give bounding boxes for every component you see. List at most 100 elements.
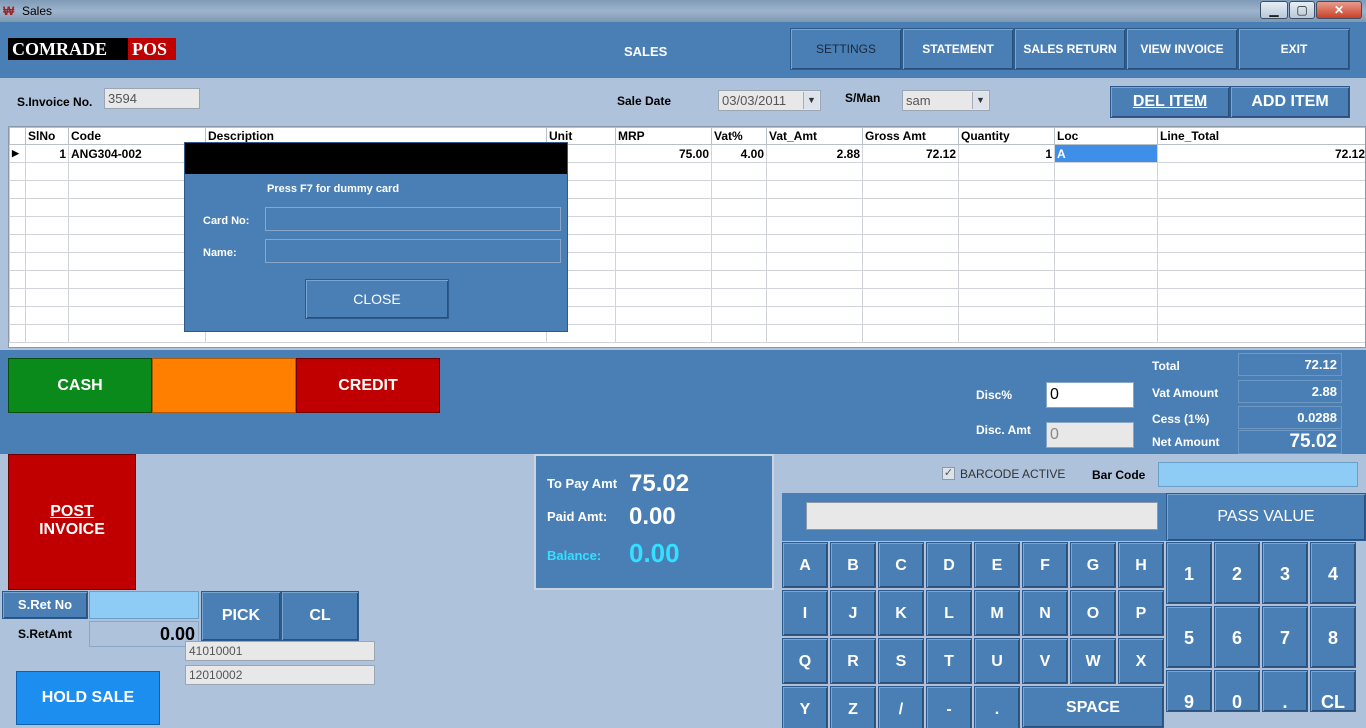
key-space[interactable]: SPACE — [1022, 686, 1164, 728]
col-header-loc[interactable]: Loc — [1054, 127, 1158, 145]
grid-cell[interactable] — [862, 324, 959, 343]
key-v[interactable]: V — [1022, 638, 1068, 684]
grid-cell[interactable] — [25, 270, 69, 289]
grid-cell[interactable] — [615, 180, 712, 199]
grid-cell[interactable] — [958, 216, 1055, 235]
key-dash[interactable]: - — [926, 686, 972, 728]
grid-cell[interactable] — [862, 198, 959, 217]
key-w[interactable]: W — [1070, 638, 1116, 684]
grid-cell[interactable] — [958, 234, 1055, 253]
grid-cell[interactable] — [25, 252, 69, 271]
col-header-vat-pct[interactable]: Vat% — [711, 127, 767, 145]
grid-cell[interactable] — [1054, 270, 1158, 289]
key-e[interactable]: E — [974, 542, 1020, 588]
barcode-input[interactable] — [1158, 462, 1358, 487]
grid-cell[interactable] — [615, 324, 712, 343]
grid-cell[interactable] — [958, 180, 1055, 199]
grid-cell[interactable] — [862, 216, 959, 235]
grid-cell[interactable] — [615, 234, 712, 253]
disc-pct-input[interactable]: 0 — [1046, 382, 1134, 408]
numpad-key-3[interactable]: 3 — [1262, 542, 1308, 604]
list-item[interactable]: 12010002 — [185, 665, 375, 685]
grid-cell[interactable] — [766, 180, 863, 199]
key-slash[interactable]: / — [878, 686, 924, 728]
grid-cell[interactable] — [1054, 324, 1158, 343]
key-q[interactable]: Q — [782, 638, 828, 684]
keyboard-input-display[interactable] — [806, 502, 1158, 530]
col-header-slno[interactable]: SlNo — [25, 127, 69, 145]
key-z[interactable]: Z — [830, 686, 876, 728]
grid-cell[interactable] — [25, 216, 69, 235]
grid-cell[interactable] — [615, 198, 712, 217]
grid-cell[interactable] — [862, 288, 959, 307]
key-a[interactable]: A — [782, 542, 828, 588]
close-dialog-button[interactable]: CLOSE — [305, 279, 449, 319]
grid-cell[interactable] — [1157, 198, 1365, 217]
grid-cell[interactable] — [862, 252, 959, 271]
grid-cell[interactable] — [711, 306, 767, 325]
cell-quantity[interactable]: 1 — [958, 144, 1055, 163]
numpad-key-7[interactable]: 7 — [1262, 606, 1308, 668]
grid-cell[interactable] — [615, 216, 712, 235]
grid-cell[interactable] — [766, 324, 863, 343]
grid-cell[interactable] — [958, 288, 1055, 307]
grid-cell[interactable] — [862, 180, 959, 199]
grid-cell[interactable] — [766, 288, 863, 307]
post-invoice-button[interactable]: POST INVOICE — [8, 454, 136, 590]
key-n[interactable]: N — [1022, 590, 1068, 636]
grid-cell[interactable] — [711, 162, 767, 181]
key-o[interactable]: O — [1070, 590, 1116, 636]
key-l[interactable]: L — [926, 590, 972, 636]
grid-cell[interactable] — [862, 234, 959, 253]
grid-cell[interactable] — [1157, 180, 1365, 199]
grid-cell[interactable] — [25, 234, 69, 253]
grid-cell[interactable] — [1054, 180, 1158, 199]
key-dot[interactable]: . — [974, 686, 1020, 728]
grid-cell[interactable] — [711, 198, 767, 217]
card-payment-button[interactable] — [152, 358, 296, 413]
grid-cell[interactable] — [1157, 162, 1365, 181]
grid-cell[interactable] — [862, 306, 959, 325]
cell-vat-pct[interactable]: 4.00 — [711, 144, 767, 163]
statement-button[interactable]: STATEMENT — [902, 28, 1014, 70]
maximize-button[interactable]: ▢ — [1289, 1, 1315, 19]
grid-cell[interactable] — [1054, 252, 1158, 271]
cell-loc[interactable]: A — [1054, 144, 1158, 163]
sret-no-input[interactable] — [89, 591, 199, 619]
numpad-key-5[interactable]: 5 — [1166, 606, 1212, 668]
grid-cell[interactable] — [1054, 216, 1158, 235]
cell-slno[interactable]: 1 — [25, 144, 69, 163]
salesman-select[interactable]: sam ▼ — [902, 90, 990, 111]
grid-cell[interactable] — [711, 216, 767, 235]
grid-cell[interactable] — [958, 324, 1055, 343]
key-m[interactable]: M — [974, 590, 1020, 636]
sales-return-button[interactable]: SALES RETURN — [1014, 28, 1126, 70]
grid-cell[interactable] — [1157, 306, 1365, 325]
grid-cell[interactable] — [25, 288, 69, 307]
grid-cell[interactable] — [766, 270, 863, 289]
key-j[interactable]: J — [830, 590, 876, 636]
grid-cell[interactable] — [766, 234, 863, 253]
key-f[interactable]: F — [1022, 542, 1068, 588]
key-c[interactable]: C — [878, 542, 924, 588]
cell-gross-amt[interactable]: 72.12 — [862, 144, 959, 163]
grid-cell[interactable] — [1054, 288, 1158, 307]
key-b[interactable]: B — [830, 542, 876, 588]
cell-mrp[interactable]: 75.00 — [615, 144, 712, 163]
numpad-key-6[interactable]: 6 — [1214, 606, 1260, 668]
grid-cell[interactable] — [25, 162, 69, 181]
hold-sale-button[interactable]: HOLD SALE — [16, 671, 160, 725]
grid-cell[interactable] — [1054, 162, 1158, 181]
cell-line-total[interactable]: 72.12 — [1157, 144, 1365, 163]
grid-cell[interactable] — [1157, 288, 1365, 307]
grid-cell[interactable] — [711, 324, 767, 343]
cash-button[interactable]: CASH — [8, 358, 152, 413]
col-header-mrp[interactable]: MRP — [615, 127, 712, 145]
settings-button[interactable]: SETTINGS — [790, 28, 902, 70]
grid-cell[interactable] — [958, 306, 1055, 325]
numpad-key-2[interactable]: 2 — [1214, 542, 1260, 604]
del-item-button[interactable]: DEL ITEM — [1110, 86, 1230, 118]
col-header-line-total[interactable]: Line_Total — [1157, 127, 1365, 145]
grid-cell[interactable] — [958, 270, 1055, 289]
grid-cell[interactable] — [711, 252, 767, 271]
